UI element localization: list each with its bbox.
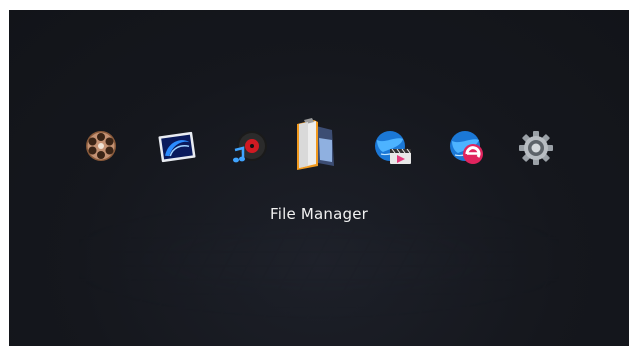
photo-item[interactable] <box>157 130 197 164</box>
internet-item[interactable] <box>449 130 485 166</box>
selected-item-label: File Manager <box>269 205 369 223</box>
reflection-grid-floor <box>79 210 559 320</box>
music-disc-icon <box>233 131 267 163</box>
file-manager-folder-icon <box>297 118 334 170</box>
movie-reel-icon <box>86 131 116 161</box>
main-menu-icons <box>9 110 629 190</box>
movie-item[interactable] <box>85 130 117 162</box>
music-item[interactable] <box>230 130 268 166</box>
media-player-home-screen: File Manager <box>9 10 629 346</box>
file-manager-item[interactable] <box>294 118 340 172</box>
web-video-globe-icon <box>375 131 411 164</box>
photo-icon <box>158 131 196 163</box>
internet-explorer-globe-icon <box>450 131 483 164</box>
settings-item[interactable] <box>518 130 554 166</box>
web-video-item[interactable] <box>373 130 413 166</box>
settings-gear-icon <box>519 131 553 165</box>
